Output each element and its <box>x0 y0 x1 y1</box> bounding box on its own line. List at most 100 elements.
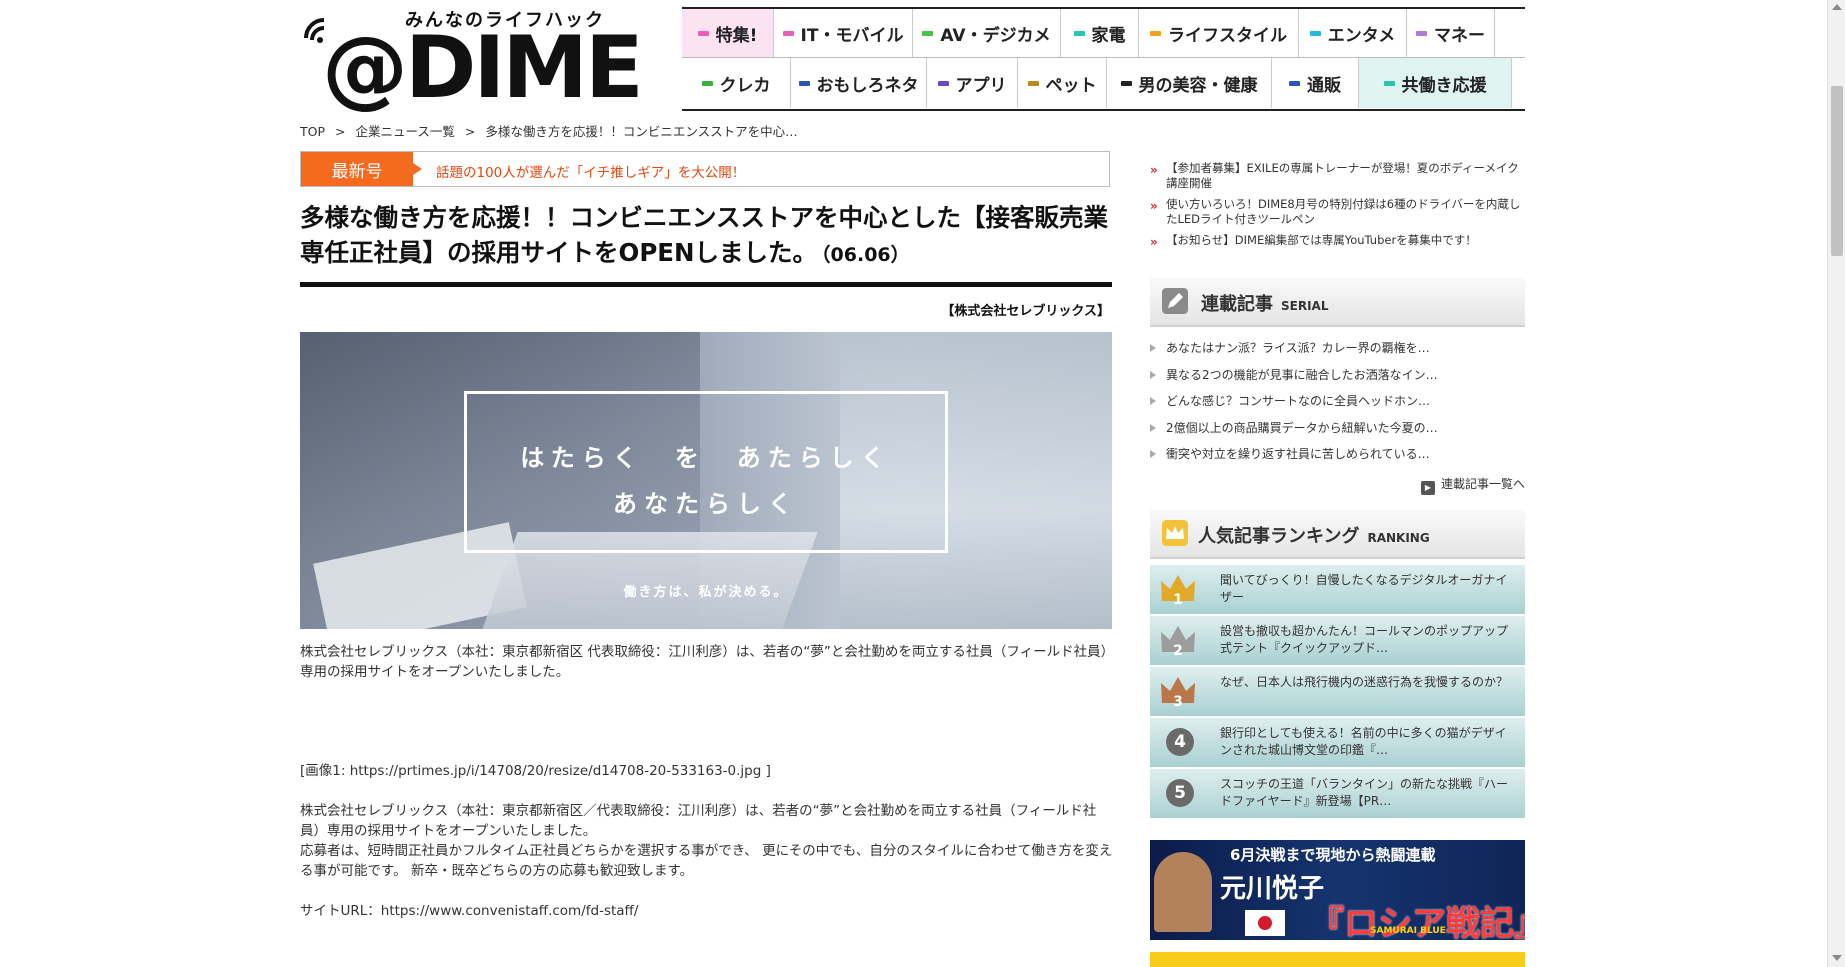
ranking-item[interactable]: 1 聞いてびっくり！自慢したくなるデジタルオーガナイザー <box>1150 565 1525 614</box>
nav-dash-icon <box>1383 80 1395 86</box>
svg-text:2: 2 <box>1173 643 1183 659</box>
nav-dash-icon <box>798 80 810 86</box>
article-para-1: 株式会社セレブリックス（本社：東京都新宿区 代表取締役：江川利彦）は、若者の“夢… <box>300 644 1115 680</box>
russia-senki-banner[interactable]: 6月決戦まで現地から熱闘連載 元川悦子 『ロシア戦記』 SAMURAI BLUE <box>1150 840 1525 940</box>
article-site-url[interactable]: サイトURL：https://www.convenistaff.com/fd-s… <box>300 901 1115 921</box>
nav-item-kureka[interactable]: クレカ <box>682 58 791 108</box>
scroll-down-arrow-icon[interactable] <box>1832 955 1842 961</box>
nav-dash-icon <box>937 80 949 86</box>
article-title-text: 多様な働き方を応援！！コンビニエンスストアを中心とした【接客販売業 専任正社員】… <box>300 203 1109 267</box>
nav-label: ペット <box>1045 75 1097 96</box>
nav-row-1: 特集! IT・モバイル AV・デジカメ 家電 ライフスタイル エンタメ マネー <box>682 9 1525 58</box>
ranking-title-en: RANKING <box>1367 531 1430 545</box>
ranking-item[interactable]: 5 スコッチの王道「バランタイン」の新たな挑戦『ハードファイヤード』新登場【PR… <box>1150 769 1525 818</box>
serial-item[interactable]: 衝突や対立を繰り返す社員に苦しめられている… <box>1150 446 1525 473</box>
serial-item[interactable]: 2億個以上の商品購買データから紐解いた今夏の… <box>1150 420 1525 447</box>
double-chevron-right-icon: » <box>1150 235 1158 249</box>
sidebar-news-item[interactable]: » 【お知らせ】DIME編集部では専属YouTuberを募集中です！ <box>1150 233 1525 249</box>
nav-item-tsuhan[interactable]: 通販 <box>1272 58 1359 108</box>
page: みんなのライフハック @DIME 特集! IT・モバイル AV・デジカメ 家電 … <box>0 0 1845 967</box>
article-image-ref: [画像1: https://prtimes.jp/i/14708/20/resi… <box>300 763 771 779</box>
ranking-item[interactable]: 4 銀行印としても使える！名前の中に多くの猫がデザインされた城山博文堂の印鑑『… <box>1150 718 1525 767</box>
rank-number-badge: 5 <box>1166 779 1194 807</box>
serial-item[interactable]: 異なる2つの機能が見事に融合したお洒落なイン… <box>1150 367 1525 394</box>
hero-text-box: はたらく を あたらしく あなたらしく <box>464 391 948 553</box>
nav-label: おもしろネタ <box>816 75 919 96</box>
ranking-item-text: スコッチの王道「バランタイン」の新たな挑戦『ハードファイヤード』新登場【PR… <box>1220 777 1509 808</box>
triangle-bullet-icon <box>1150 397 1156 405</box>
nav-dash-icon <box>1309 30 1321 36</box>
article-para-2: 株式会社セレブリックス（本社：東京都新宿区／代表取締役：江川利彦）は、若者の“夢… <box>300 803 1097 839</box>
serial-item-text: 衝突や対立を繰り返す社員に苦しめられている… <box>1166 447 1430 461</box>
ranking-header: 人気記事ランキング RANKING <box>1150 509 1525 559</box>
nav-item-lifestyle[interactable]: ライフスタイル <box>1139 9 1299 57</box>
nav-item-kaden[interactable]: 家電 <box>1061 9 1139 57</box>
ranking-item-text: 銀行印としても使える！名前の中に多くの猫がデザインされた城山博文堂の印鑑『… <box>1220 726 1507 757</box>
pencil-icon <box>1162 288 1188 314</box>
breadcrumb: TOP > 企業ニュース一覧 > 多様な働き方を応援！！コンビニエンスストアを中… <box>300 121 804 140</box>
sidebar-news-text: 【お知らせ】DIME編集部では専属YouTuberを募集中です！ <box>1166 233 1477 247</box>
breadcrumb-sep: > <box>464 124 476 139</box>
nav-item-omoshiro[interactable]: おもしろネタ <box>791 58 927 108</box>
serial-item[interactable]: どんな感じ？コンサートなのに全員ヘッドホン… <box>1150 393 1525 420</box>
scroll-thumb[interactable] <box>1831 86 1843 256</box>
ranking-item[interactable]: 2 設営も撤収も超かんたん！コールマンのポップアップ式テント『クイックアップド… <box>1150 616 1525 665</box>
ranking-item[interactable]: 3 なぜ、日本人は飛行機内の迷惑行為を我慢するのか？ <box>1150 667 1525 716</box>
nav-item-money[interactable]: マネー <box>1407 9 1495 57</box>
ranking-item-text: 設営も撤収も超かんたん！コールマンのポップアップ式テント『クイックアップド… <box>1220 624 1509 655</box>
sidebar-serial: 連載記事 SERIAL あなたはナン派？ライス派？カレー界の覇権を… 異なる2つの… <box>1150 277 1525 495</box>
nav-dash-icon <box>1027 80 1039 86</box>
nav-item-mens-beauty[interactable]: 男の美容・健康 <box>1107 58 1272 108</box>
breadcrumb-top[interactable]: TOP <box>300 124 325 139</box>
sidebar-news: » 【参加者募集】EXILEの専属トレーナーが登場！夏のボディーメイク講座開催 »… <box>1150 161 1525 254</box>
svg-text:3: 3 <box>1173 694 1183 710</box>
site-logo[interactable]: みんなのライフハック @DIME <box>300 6 644 116</box>
nav-label: 男の美容・健康 <box>1138 75 1258 96</box>
nav-label: 通販 <box>1307 75 1341 96</box>
serial-header: 連載記事 SERIAL <box>1150 277 1525 327</box>
gold-crown-icon: 1 <box>1161 575 1195 608</box>
japan-flag-icon <box>1245 910 1285 936</box>
nav-dash-icon <box>1289 80 1300 86</box>
sidebar-news-item[interactable]: » 【参加者募集】EXILEの専属トレーナーが登場！夏のボディーメイク講座開催 <box>1150 161 1525 191</box>
breadcrumb-news-list[interactable]: 企業ニュース一覧 <box>355 124 454 139</box>
nav-item-it-mobile[interactable]: IT・モバイル <box>774 9 913 57</box>
logo-name: @DIME <box>322 18 644 118</box>
nav-item-pet[interactable]: ペット <box>1018 58 1107 108</box>
nav-item-tomobataraki[interactable]: 共働き応援 <box>1359 58 1512 108</box>
nav-dash-icon <box>1416 30 1427 36</box>
article-date: （06.06） <box>821 244 910 266</box>
ranking-item-text: 聞いてびっくり！自慢したくなるデジタルオーガナイザー <box>1220 573 1508 604</box>
nav-item-tokushu[interactable]: 特集! <box>682 9 774 57</box>
category-nav: 特集! IT・モバイル AV・デジカメ 家電 ライフスタイル エンタメ マネー … <box>682 7 1525 111</box>
serial-item[interactable]: あなたはナン派？ライス派？カレー界の覇権を… <box>1150 340 1525 367</box>
article-title: 多様な働き方を応援！！コンビニエンスストアを中心とした【接客販売業 専任正社員】… <box>300 200 1115 273</box>
bronze-crown-icon: 3 <box>1161 677 1195 710</box>
sidebar-news-item[interactable]: » 使い方いろいろ！DIME8月号の特別付録は6種のドライバーを内蔵したLEDライ… <box>1150 197 1525 227</box>
hero-line-2: あなたらしく <box>613 490 799 518</box>
nav-dash-icon <box>701 80 713 86</box>
serial-item-text: どんな感じ？コンサートなのに全員ヘッドホン… <box>1166 394 1431 408</box>
sidebar-news-text: 使い方いろいろ！DIME8月号の特別付録は6種のドライバーを内蔵したLEDライト… <box>1166 197 1521 226</box>
play-icon: ▶ <box>1420 480 1435 495</box>
serial-more-link[interactable]: ▶ 連載記事一覧へ <box>1150 475 1525 495</box>
nav-row-2: クレカ おもしろネタ アプリ ペット 男の美容・健康 通販 共働き応援 <box>682 58 1525 108</box>
ranking-title: 人気記事ランキング RANKING <box>1198 522 1430 548</box>
silver-crown-icon: 2 <box>1161 626 1195 659</box>
nav-label: 共働き応援 <box>1401 75 1487 96</box>
nav-label: アプリ <box>955 75 1007 96</box>
page-scrollbar[interactable] <box>1827 0 1845 967</box>
nav-label: クレカ <box>719 75 771 96</box>
nav-item-apuri[interactable]: アプリ <box>927 58 1018 108</box>
scroll-up-arrow-icon[interactable] <box>1832 4 1842 10</box>
sidebar-news-text: 【参加者募集】EXILEの専属トレーナーが登場！夏のボディーメイク講座開催 <box>1166 161 1519 190</box>
nav-item-entame[interactable]: エンタメ <box>1299 9 1407 57</box>
double-chevron-right-icon: » <box>1150 163 1158 177</box>
latest-issue-link[interactable]: 話題の100人が選んだ「イチ推しギア」を大公開！ <box>436 161 745 181</box>
svg-text:1: 1 <box>1173 592 1183 608</box>
nav-label: AV・デジカメ <box>940 25 1051 46</box>
breadcrumb-current: 多様な働き方を応援！！コンビニエンスストアを中心… <box>485 124 798 139</box>
nav-label: エンタメ <box>1327 25 1396 46</box>
breadcrumb-sep: > <box>335 124 346 139</box>
nav-item-av-digicam[interactable]: AV・デジカメ <box>913 9 1061 57</box>
